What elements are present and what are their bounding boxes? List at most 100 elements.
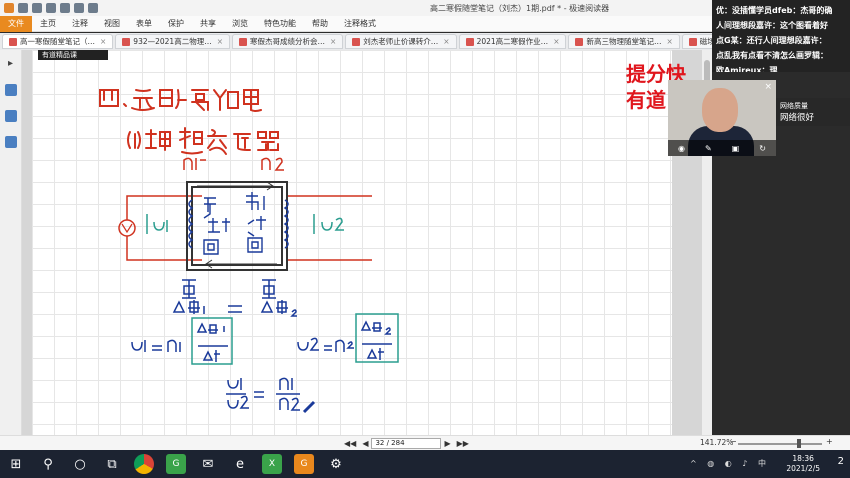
camera-icon[interactable]: ◉ — [678, 144, 685, 153]
chat-message: 人间理想段嘉许：这个图看着好 — [716, 21, 828, 30]
chat-message: 优：没插懂学员dfeb：杰哥的确 — [716, 6, 833, 15]
menu-bar: 文件 主页 注释 视图 表单 保护 共享 浏览 特色功能 帮助 注释格式 — [0, 15, 712, 32]
chat-message: 点G某：还行人间理想段嘉许： — [716, 36, 827, 45]
excel-icon[interactable]: X — [262, 454, 282, 474]
menu-item-browse[interactable]: 浏览 — [224, 18, 256, 29]
notification-badge[interactable]: 2 — [838, 456, 844, 467]
clock-time: 18:36 — [792, 454, 814, 463]
doc-tab-label: 刘杰老师止价课转介… — [363, 37, 439, 46]
next-page-icon[interactable]: ▶ — [444, 439, 450, 448]
close-icon[interactable]: × — [443, 37, 449, 46]
menu-item-annotate[interactable]: 注释 — [64, 18, 96, 29]
pages-icon[interactable] — [4, 110, 17, 122]
page-number-input[interactable]: 32 / 284 — [371, 437, 442, 449]
doc-tab[interactable]: 寒假杰哥成绩分析会… × — [232, 34, 344, 49]
doc-tab-label: 新高三物理随堂笔记… — [586, 37, 662, 46]
doc-tab[interactable]: 2021高二寒假作业… × — [458, 34, 567, 49]
print-icon[interactable] — [46, 3, 56, 13]
doc-tab-label: 磁场中粒子运动… — [699, 37, 712, 46]
menu-file[interactable]: 文件 — [0, 15, 32, 32]
save-icon[interactable] — [60, 3, 70, 13]
system-tray-icons[interactable]: ^ ◍ ◐ ♪ 中 — [690, 458, 770, 469]
zoom-in-icon[interactable]: + — [826, 437, 833, 446]
menu-item-features[interactable]: 特色功能 — [256, 18, 304, 29]
pdf-icon — [9, 37, 17, 46]
doc-tab-label: 932—2021高二物理… — [133, 37, 212, 46]
handwritten-notes — [99, 89, 399, 414]
tools-icon[interactable]: ✎ — [705, 144, 712, 153]
expand-arrow-icon[interactable]: ▸ — [5, 58, 17, 70]
network-value: 网络很好 — [780, 113, 815, 123]
refresh-icon[interactable]: ↻ — [759, 144, 766, 153]
zoom-slider[interactable] — [738, 443, 822, 445]
doc-tab-label: 高一寒假随堂笔记（… — [20, 37, 95, 46]
pdf-page — [32, 50, 672, 435]
spreadsheet-app-icon[interactable]: G — [166, 454, 186, 474]
clock-date: 2021/2/5 — [786, 464, 820, 473]
menu-item-annotation-format[interactable]: 注释格式 — [336, 18, 384, 29]
ac-source-symbol — [118, 219, 136, 237]
transformer-core — [186, 181, 288, 271]
menu-item-form[interactable]: 表单 — [128, 18, 160, 29]
pdf-icon — [352, 37, 361, 46]
menu-item-protect[interactable]: 保护 — [160, 18, 192, 29]
promo-text-line2: 有道 — [626, 88, 666, 112]
search-icon[interactable]: ⚲ — [38, 454, 58, 474]
window-title: 高二寒假随堂笔记（刘杰）1期.pdf * - 极速阅读器 — [430, 4, 610, 13]
user-icon[interactable]: ▣ — [732, 144, 740, 153]
menu-item-home[interactable]: 主页 — [32, 18, 64, 29]
close-icon[interactable]: × — [217, 37, 223, 46]
task-view-icon[interactable]: ⧉ — [102, 454, 122, 474]
undo-icon[interactable] — [74, 3, 84, 13]
doc-tab[interactable]: 磁场中粒子运动…× — [681, 34, 712, 49]
pdf-reader-icon[interactable]: G — [294, 454, 314, 474]
circuit-wires — [126, 195, 372, 261]
last-page-icon[interactable]: ▶▶ — [457, 439, 469, 448]
menu-item-help[interactable]: 帮助 — [304, 18, 336, 29]
doc-tab[interactable]: 高一寒假随堂笔记（… × — [2, 34, 114, 49]
close-icon[interactable]: × — [764, 82, 772, 92]
doc-tab[interactable]: 刘杰老师止价课转介… × — [345, 34, 457, 49]
equations — [131, 279, 392, 414]
prev-page-icon[interactable]: ◀ — [362, 439, 368, 448]
app-logo-icon — [4, 3, 14, 13]
close-icon[interactable]: × — [100, 37, 106, 46]
close-icon[interactable]: × — [666, 37, 672, 46]
title-bar: 高二寒假随堂笔记（刘杰）1期.pdf * - 极速阅读器 — [0, 0, 712, 16]
menu-item-share[interactable]: 共享 — [192, 18, 224, 29]
cortana-icon[interactable]: ○ — [70, 454, 90, 474]
settings-icon[interactable]: ⚙ — [326, 454, 346, 474]
document-viewport[interactable] — [22, 50, 712, 435]
teacher-video[interactable]: × ◉ ✎ ▣ ↻ — [668, 80, 776, 156]
zoom-level: 141.72% — [700, 438, 734, 447]
teacher-face — [702, 88, 738, 132]
comments-icon[interactable] — [4, 136, 17, 148]
pdf-icon — [122, 37, 131, 46]
windows-start-icon[interactable]: ⊞ — [6, 454, 26, 474]
doc-tab-label: 2021高二寒假作业… — [476, 37, 549, 46]
browser-icon[interactable]: e — [230, 454, 250, 474]
zoom-slider-knob[interactable] — [797, 439, 801, 448]
zoom-out-icon[interactable]: − — [730, 437, 737, 446]
close-icon[interactable]: × — [553, 37, 559, 46]
wechat-icon[interactable]: ✉ — [198, 454, 218, 474]
heading-strokes — [99, 89, 279, 155]
voltage-labels — [146, 214, 344, 234]
first-page-icon[interactable]: ◀◀ — [344, 439, 356, 448]
pdf-icon — [688, 37, 697, 46]
menu-item-view[interactable]: 视图 — [96, 18, 128, 29]
windows-taskbar: ⊞ ⚲ ○ ⧉ G ✉ e X G ⚙ ^ ◍ ◐ ♪ 中 18:36 2021… — [0, 450, 850, 478]
status-bar: ◀◀ ◀ 32 / 284 ▶ ▶▶ 141.72% − + — [0, 435, 850, 450]
open-folder-icon[interactable] — [32, 3, 42, 13]
live-chat-panel: 优：没插懂学员dfeb：杰哥的确 人间理想段嘉许：这个图看着好 点G某：还行人间… — [712, 0, 850, 72]
doc-tab[interactable]: 新高三物理随堂笔记… × — [568, 34, 680, 49]
redo-icon[interactable] — [88, 3, 98, 13]
doc-tab[interactable]: 932—2021高二物理… × — [115, 34, 230, 49]
thumbnails-icon[interactable] — [4, 84, 17, 96]
turns-labels — [183, 157, 284, 171]
chrome-icon[interactable] — [134, 454, 154, 474]
chat-message: 欧Amireux：理 — [716, 66, 778, 72]
clock[interactable]: 18:36 2021/2/5 — [786, 454, 820, 474]
new-file-icon[interactable] — [18, 3, 28, 13]
close-icon[interactable]: × — [330, 37, 336, 46]
